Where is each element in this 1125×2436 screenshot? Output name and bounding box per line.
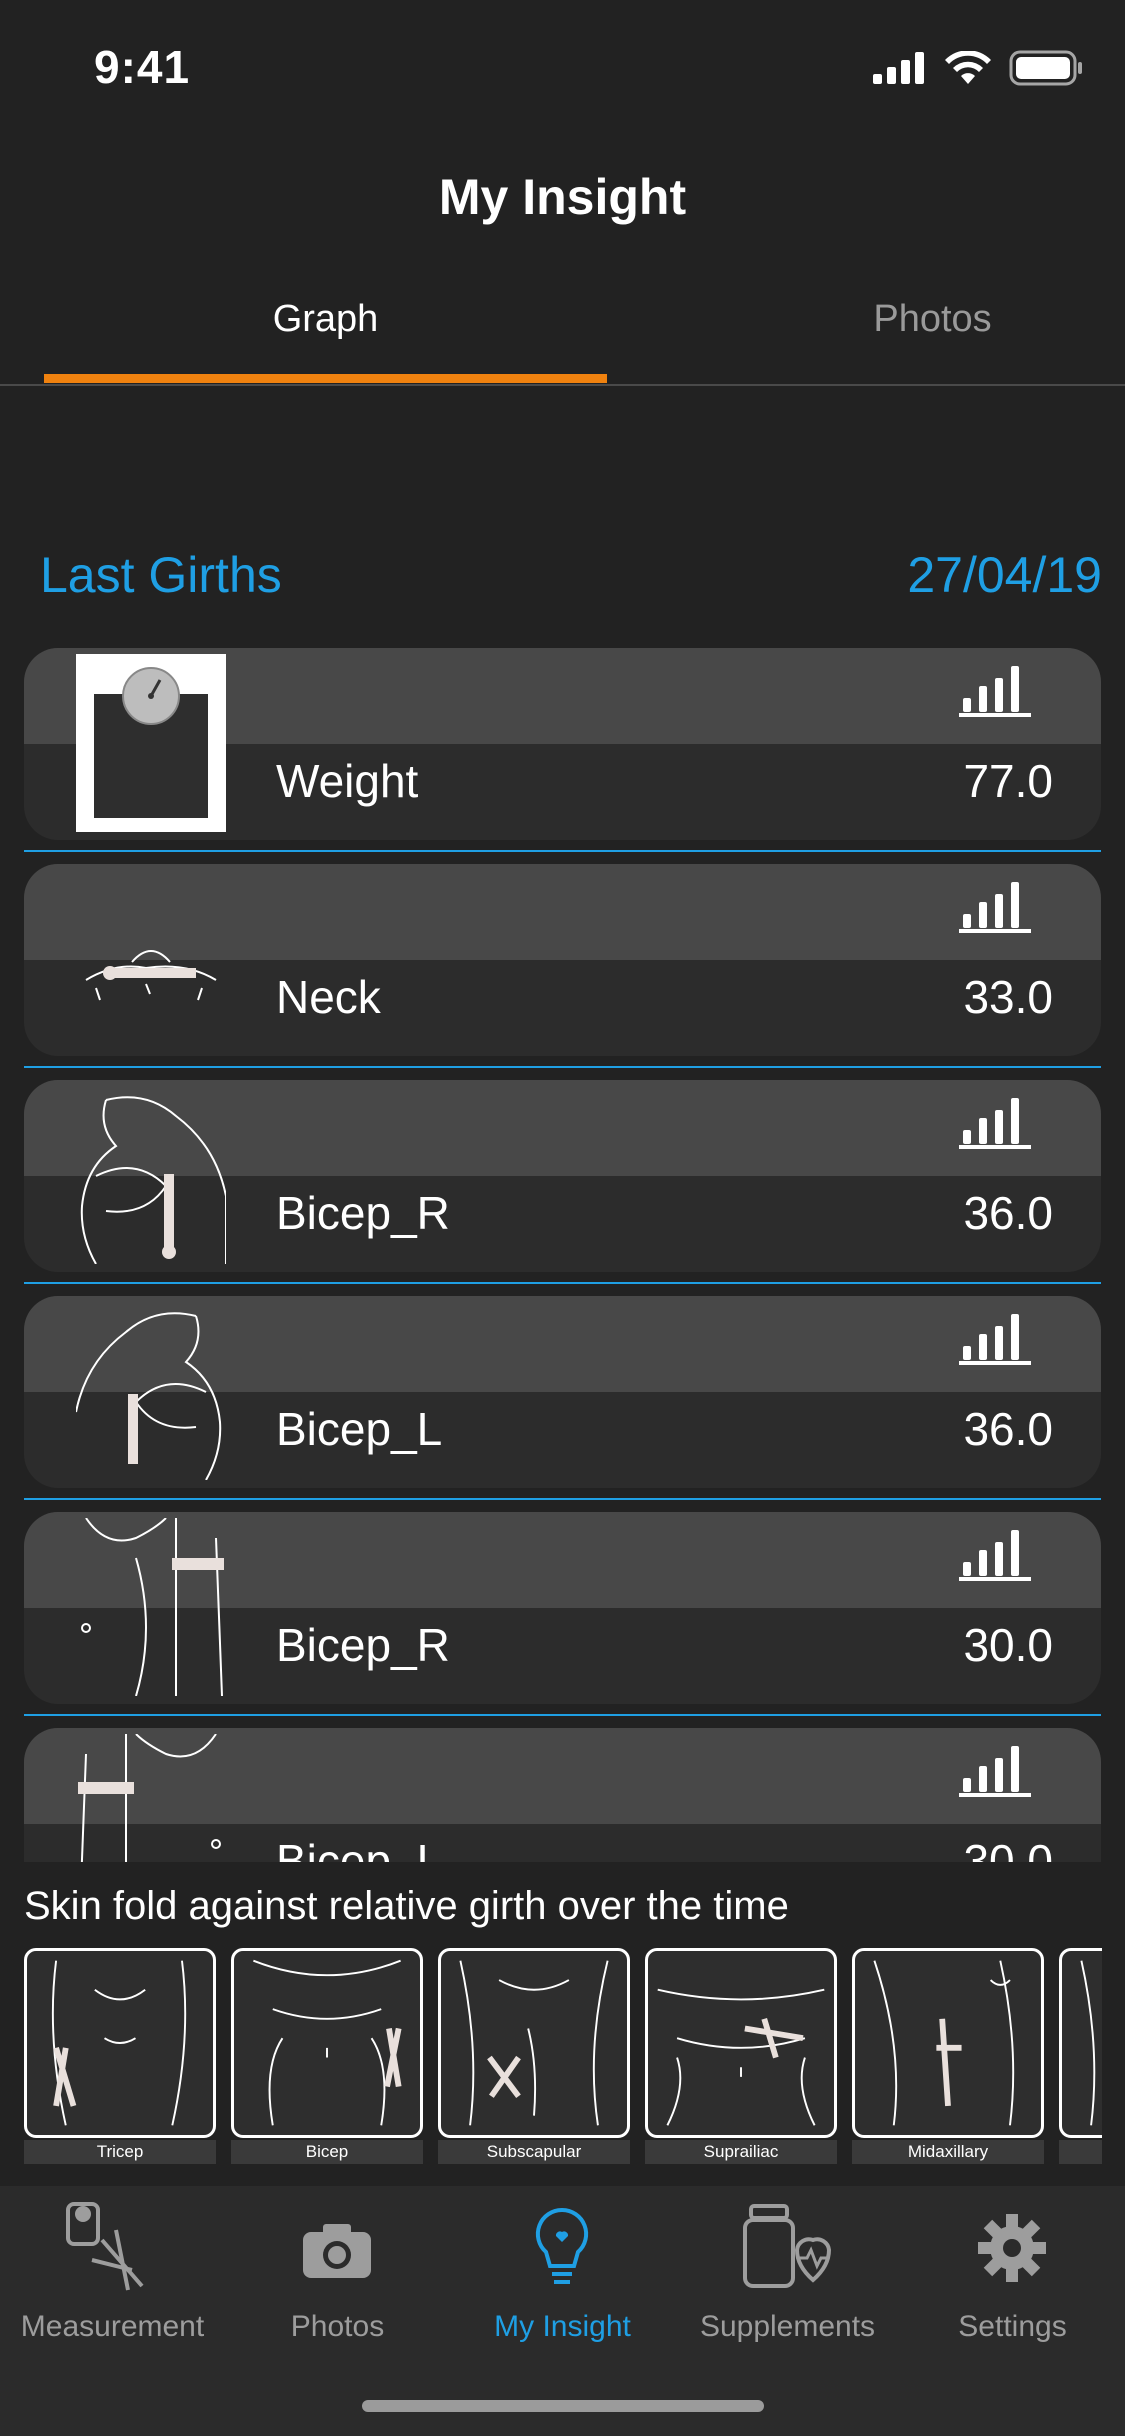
flexed-arm-right-illustration	[80, 1096, 226, 1264]
measurement-value: 30.0	[963, 1619, 1053, 1671]
skinfold-card-subscapular[interactable]: Subscapular	[438, 1948, 630, 2164]
measurement-label: Bicep_L	[276, 1835, 443, 1862]
midaxillary-skinfold-image	[852, 1948, 1044, 2138]
bar-chart-icon[interactable]	[959, 1310, 1031, 1366]
skinfold-card-bicep[interactable]: Bicep	[231, 1948, 423, 2164]
tab-label: Measurement	[20, 2310, 205, 2343]
tab-photos[interactable]: Photos	[700, 298, 1125, 341]
section-header: Last Girths 27/04/19	[40, 546, 1102, 610]
tab-settings[interactable]: Settings	[900, 2186, 1125, 2346]
skinfold-caption	[1059, 2140, 1102, 2164]
skinfold-card-suprailiac[interactable]: Suprailiac	[645, 1948, 837, 2164]
bottom-tab-bar: Measurement Photos My Insight Supplement…	[0, 2186, 1125, 2436]
tape-caliper-icon	[66, 2202, 144, 2291]
skinfold-title: Skin fold against relative girth over th…	[24, 1884, 789, 1928]
bar-chart-icon[interactable]	[959, 1742, 1031, 1798]
supplement-jar-icon	[743, 2204, 832, 2288]
selected-tab-indicator	[44, 374, 607, 383]
camera-icon	[303, 2224, 371, 2278]
measurement-row-bicep-l[interactable]: Bicep_L 36.0	[24, 1296, 1101, 1488]
next-skinfold-image	[1059, 1948, 1102, 2138]
subscapular-skinfold-image	[438, 1948, 630, 2138]
measurement-row-bicep-l-relaxed[interactable]: Bicep_L 30.0	[24, 1728, 1101, 1862]
tab-label: Photos	[290, 2310, 385, 2343]
skinfold-caption: Subscapular	[438, 2140, 630, 2164]
measurement-value: 30.0	[963, 1835, 1053, 1862]
skinfold-caption: Tricep	[24, 2140, 216, 2164]
skinfold-card-midaxillary[interactable]: Midaxillary	[852, 1948, 1044, 2164]
measurement-value: 33.0	[963, 971, 1053, 1023]
row-divider	[24, 850, 1101, 852]
bar-chart-icon[interactable]	[959, 878, 1031, 934]
neck-tape-illustration	[85, 950, 217, 1001]
measurement-label: Bicep_L	[276, 1403, 443, 1455]
tab-measurement[interactable]: Measurement	[0, 2186, 225, 2346]
tab-my-insight[interactable]: My Insight	[450, 2186, 675, 2346]
skinfold-card-next[interactable]	[1059, 1948, 1102, 2164]
bar-chart-icon[interactable]	[959, 1526, 1031, 1582]
tricep-skinfold-image	[24, 1948, 216, 2138]
measurement-label: Weight	[276, 755, 419, 807]
tab-photos-bottom[interactable]: Photos	[225, 2186, 450, 2346]
tab-supplements[interactable]: Supplements	[675, 2186, 900, 2346]
cellular-signal-icon	[873, 52, 924, 84]
relaxed-arm-left-illustration	[78, 1734, 221, 1862]
gear-icon	[978, 2214, 1046, 2282]
row-divider	[24, 1498, 1101, 1500]
skinfold-card-tricep[interactable]: Tricep	[24, 1948, 216, 2164]
skinfold-caption: Midaxillary	[852, 2140, 1044, 2164]
wifi-icon	[945, 51, 991, 84]
tab-label: Settings	[958, 2310, 1067, 2343]
girth-list: Weight 77.0 Neck 33.0 Bicep_R 36.0 Bicep…	[0, 648, 1125, 1862]
measurement-row-bicep-r-relaxed[interactable]: Bicep_R 30.0	[24, 1512, 1101, 1704]
row-divider	[24, 1714, 1101, 1716]
skinfold-caption: Bicep	[231, 2140, 423, 2164]
skinfold-section: Skin fold against relative girth over th…	[0, 1862, 1125, 2182]
bar-chart-icon[interactable]	[959, 1094, 1031, 1150]
measurement-label: Bicep_R	[276, 1619, 450, 1671]
measurement-label: Neck	[276, 971, 381, 1023]
section-date: 27/04/19	[907, 547, 1102, 603]
battery-icon	[1009, 50, 1082, 86]
status-icons	[873, 50, 1083, 86]
page-title: My Insight	[438, 169, 687, 225]
bar-chart-icon[interactable]	[959, 662, 1031, 718]
status-time: 9:41	[94, 41, 191, 93]
measurement-value: 36.0	[963, 1187, 1053, 1239]
measurement-row-bicep-r[interactable]: Bicep_R 36.0	[24, 1080, 1101, 1272]
measurement-row-neck[interactable]: Neck 33.0	[24, 864, 1101, 1056]
skinfold-carousel[interactable]: Tricep Bicep Subscapular Suprailiac Mida…	[24, 1948, 1102, 2168]
home-indicator	[362, 2400, 764, 2412]
lightbulb-icon	[535, 2207, 589, 2284]
tab-label: Supplements	[699, 2310, 876, 2343]
measurement-row-weight[interactable]: Weight 77.0	[24, 648, 1101, 840]
tab-graph[interactable]: Graph	[44, 298, 607, 341]
flexed-arm-left-illustration	[76, 1312, 222, 1480]
relaxed-arm-right-illustration	[81, 1518, 224, 1696]
row-divider	[24, 1066, 1101, 1068]
measurement-label: Bicep_R	[276, 1187, 450, 1239]
section-title: Last Girths	[40, 547, 282, 603]
scale-illustration	[76, 654, 226, 832]
measurement-value: 36.0	[963, 1403, 1053, 1455]
bicep-skinfold-image	[231, 1948, 423, 2138]
status-bar: 9:41	[0, 0, 1125, 130]
row-divider	[24, 1282, 1101, 1284]
graph-photos-tabs: Graph Photos	[0, 290, 1125, 386]
skinfold-caption: Suprailiac	[645, 2140, 837, 2164]
suprailiac-skinfold-image	[645, 1948, 837, 2138]
measurement-value: 77.0	[963, 755, 1053, 807]
tab-label: My Insight	[494, 2310, 631, 2343]
